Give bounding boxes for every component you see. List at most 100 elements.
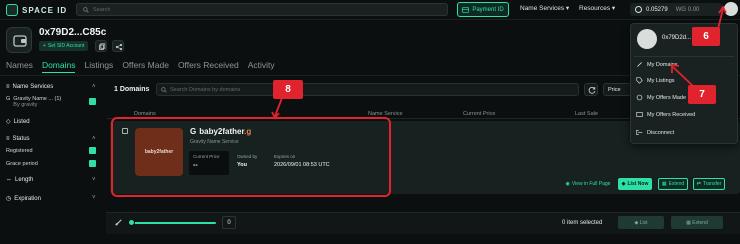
search-placeholder: Search xyxy=(93,6,111,13)
plus-icon: + xyxy=(43,43,46,49)
logo[interactable]: SPACE ID xyxy=(6,4,67,16)
dropdown-address: 0x79D2d... xyxy=(662,35,692,41)
tab-offers-made[interactable]: Offers Made xyxy=(122,60,169,73)
menu-item-my-offers-made-label: My Offers Made xyxy=(647,94,687,101)
transfer-label: Transfer xyxy=(702,181,722,187)
share-button[interactable] xyxy=(112,40,124,52)
calendar-icon: ▦ xyxy=(686,219,691,226)
filter-gravity-count: (1) xyxy=(54,96,62,102)
bulk-extend-label: Extend xyxy=(692,219,708,226)
filter-gravity-by: By gravity xyxy=(13,102,38,108)
calendar-icon: ▦ xyxy=(661,181,667,187)
col-header-last-sale[interactable]: Last Sale xyxy=(575,111,598,117)
selected-count: 0 item selected xyxy=(562,220,603,226)
gravity-icon: G xyxy=(6,96,11,102)
sweep-slider-value[interactable]: 0 xyxy=(222,216,236,229)
status-grace-label: Grace period xyxy=(6,161,38,167)
payment-id-label: Payment ID xyxy=(472,6,504,13)
profile-address: 0x79D2...C85c xyxy=(39,27,107,38)
list-icon: ≡ xyxy=(6,84,10,90)
chevron-down-icon[interactable]: ˅ xyxy=(92,195,96,201)
menu-item-my-offers-received[interactable]: My Offers Received xyxy=(636,111,695,118)
bulk-list-button[interactable]: ◆ List xyxy=(618,216,664,229)
filter-gravity-name[interactable]: G Gravity Name ... (1) By gravity xyxy=(6,96,61,108)
menu-name-services-label: Name Services xyxy=(520,5,565,12)
chevron-up-icon[interactable]: ˄ xyxy=(92,84,96,90)
tab-listings[interactable]: Listings xyxy=(84,60,113,73)
tag-icon: ◆ xyxy=(621,181,626,187)
menu-item-my-offers-made[interactable]: My Offers Made xyxy=(636,94,686,101)
tab-names[interactable]: Names xyxy=(6,60,33,73)
filter-status-label: Status xyxy=(12,136,30,142)
menu-resources-label: Resources xyxy=(579,5,611,12)
domain-count: 1 Domains xyxy=(114,86,150,93)
sweep-slider-track[interactable] xyxy=(130,222,216,224)
registered-checkbox[interactable] xyxy=(89,147,96,154)
refresh-button[interactable] xyxy=(584,83,598,96)
wallet-icon xyxy=(13,35,27,47)
menu-item-disconnect-label: Disconnect xyxy=(647,129,675,136)
search-icon xyxy=(83,6,89,13)
domain-filter-placeholder: Search Domains by domains xyxy=(170,86,241,93)
sweep-icon xyxy=(115,217,124,226)
offer-icon xyxy=(636,94,643,101)
inbox-icon xyxy=(636,111,643,118)
tab-domains[interactable]: Domains xyxy=(41,60,76,73)
tag-icon: ◇ xyxy=(6,119,11,125)
filter-expiration-label: Expiration xyxy=(14,195,41,202)
search-input[interactable]: Search xyxy=(76,3,448,16)
filter-listed[interactable]: ◇ Listed xyxy=(6,118,30,126)
tab-activity[interactable]: Activity xyxy=(248,60,275,73)
grace-checkbox[interactable] xyxy=(89,160,96,167)
view-full-page-link[interactable]: ◉ View in Full Page xyxy=(565,178,611,190)
dropdown-divider xyxy=(634,56,734,57)
pen-icon xyxy=(636,61,643,68)
logo-text: SPACE ID xyxy=(22,5,68,15)
balance-display[interactable]: 0.05279 WG 0.00 xyxy=(630,3,722,16)
menu-item-disconnect[interactable]: Disconnect xyxy=(636,129,674,136)
profile-tabs: Names Domains Listings Offers Made Offer… xyxy=(6,60,275,73)
copy-icon xyxy=(99,43,106,50)
tag-icon: ◆ xyxy=(634,219,639,226)
logo-mark-icon xyxy=(6,4,18,16)
col-header-current-price[interactable]: Current Price xyxy=(463,111,495,117)
chevron-down-icon: ▾ xyxy=(565,5,570,12)
copy-button[interactable] xyxy=(95,40,107,52)
bulk-extend-button[interactable]: ▦ Extend xyxy=(671,216,723,229)
status-icon: ≡ xyxy=(6,136,10,142)
annotation-badge-6: 6 xyxy=(692,27,720,46)
gravity-checkbox[interactable] xyxy=(89,98,96,105)
sweep-slider-thumb[interactable] xyxy=(128,219,135,226)
highlight-box xyxy=(111,117,391,197)
extend-button[interactable]: ▦ Extend xyxy=(658,178,688,190)
set-sid-account-button[interactable]: + Set SID Account xyxy=(39,41,89,51)
logout-icon xyxy=(636,129,643,136)
sort-select[interactable]: Price xyxy=(603,83,633,96)
profile-avatar xyxy=(6,27,32,53)
filter-listed-label: Listed xyxy=(13,118,30,125)
payment-id-button[interactable]: Payment ID xyxy=(457,2,509,17)
filter-expiration[interactable]: ◷ Expiration xyxy=(6,195,41,203)
chevron-down-icon[interactable]: ˅ xyxy=(92,177,96,183)
refresh-icon xyxy=(588,86,596,94)
tab-divider xyxy=(0,75,740,76)
transfer-icon: ⇄ xyxy=(696,181,701,187)
domain-filter-input[interactable]: Search Domains by domains xyxy=(156,83,579,96)
chevron-up-icon[interactable]: ˄ xyxy=(92,136,96,142)
view-full-page-label: View in Full Page xyxy=(571,181,611,187)
transfer-button[interactable]: ⇄ Transfer xyxy=(693,178,725,190)
search-icon xyxy=(161,86,167,93)
filter-status[interactable]: ≡ Status xyxy=(6,136,30,142)
annotation-badge-7: 7 xyxy=(688,85,716,104)
filter-length[interactable]: ⇔ Length xyxy=(6,177,33,183)
card-icon xyxy=(462,6,470,13)
menu-resources[interactable]: Resources ▾ xyxy=(579,4,615,12)
menu-name-services[interactable]: Name Services ▾ xyxy=(520,4,569,12)
status-registered-label: Registered xyxy=(6,148,33,154)
annotation-arrow-8 xyxy=(271,97,283,120)
tab-offers-received[interactable]: Offers Received xyxy=(178,60,239,73)
ruler-icon: ⇔ xyxy=(6,177,12,183)
filter-name-services[interactable]: ≡ Name Services xyxy=(6,84,53,90)
list-now-button[interactable]: ◆ List Now xyxy=(618,178,652,190)
extend-label: Extend xyxy=(668,181,685,187)
